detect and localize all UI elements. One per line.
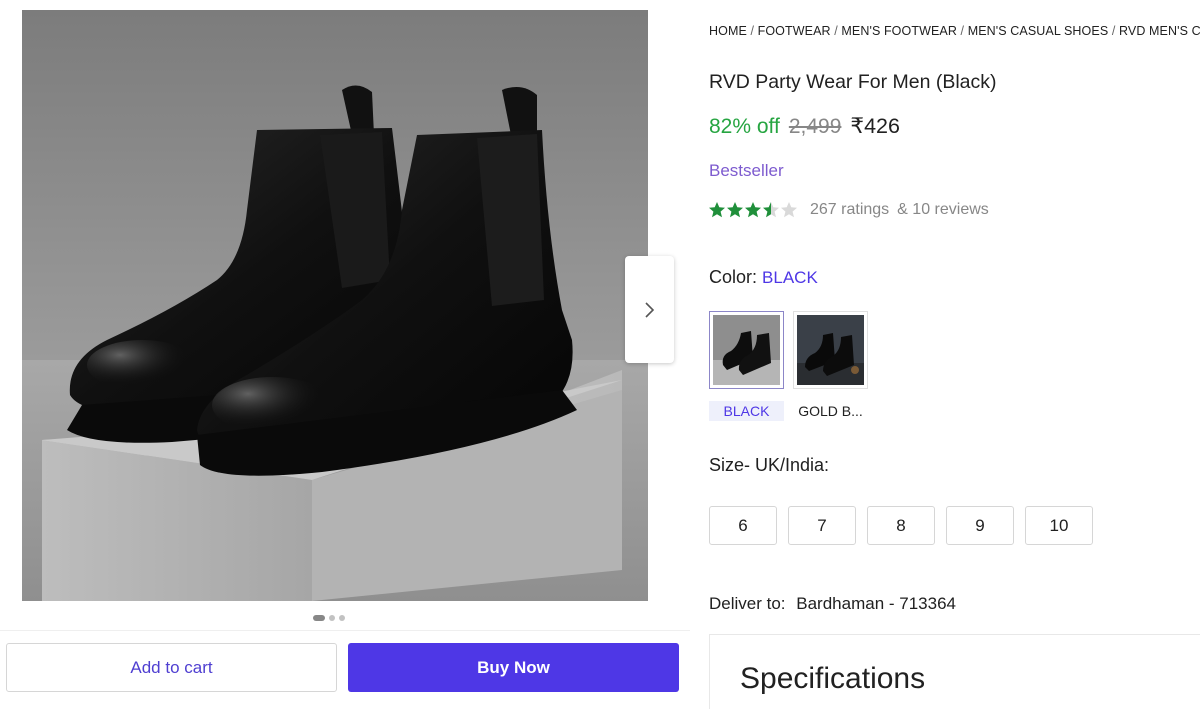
- boots-photo: [22, 10, 648, 601]
- breadcrumb-separator: /: [956, 24, 968, 38]
- size-option-9[interactable]: 9: [946, 506, 1014, 545]
- breadcrumb-footwear[interactable]: FOOTWEAR: [758, 24, 831, 38]
- breadcrumb-home[interactable]: HOME: [709, 24, 747, 38]
- add-to-cart-button[interactable]: Add to cart: [6, 643, 337, 692]
- delivery-label: Deliver to:: [709, 594, 786, 613]
- bestseller-badge: Bestseller: [709, 161, 784, 180]
- pagination-dot[interactable]: [329, 615, 335, 621]
- breadcrumb-mens-footwear[interactable]: MEN'S FOOTWEAR: [841, 24, 957, 38]
- size-option-7[interactable]: 7: [788, 506, 856, 545]
- color-option-black[interactable]: BLACK: [709, 401, 784, 421]
- size-option-10[interactable]: 10: [1025, 506, 1093, 545]
- discount-percent: 82% off: [709, 115, 780, 138]
- selected-color: BLACK: [762, 268, 818, 287]
- next-image-button[interactable]: [625, 256, 674, 363]
- size-options: 6 7 8 9 10: [709, 506, 1093, 545]
- breadcrumb: HOME / FOOTWEAR / MEN'S FOOTWEAR / MEN'S…: [709, 24, 1200, 38]
- breadcrumb-separator: /: [830, 24, 842, 38]
- chevron-right-icon: [644, 301, 654, 318]
- rating-row[interactable]: 267 ratings & 10 reviews: [708, 201, 989, 219]
- reviews-count: & 10 reviews: [897, 201, 989, 218]
- size-label: Size- UK/India:: [709, 455, 830, 475]
- swatch-gold-thumbnail: [797, 315, 864, 385]
- breadcrumb-current[interactable]: RVD MEN'S CASU: [1119, 24, 1200, 38]
- size-option-8[interactable]: 8: [867, 506, 935, 545]
- star-rating-icon: [709, 202, 797, 218]
- breadcrumb-separator: /: [746, 24, 758, 38]
- action-bar: Add to cart Buy Now: [0, 630, 690, 709]
- color-option-gold[interactable]: GOLD B...: [793, 401, 868, 421]
- specifications-section: Specifications: [709, 634, 1200, 709]
- swatch-black-thumbnail: [713, 315, 780, 385]
- pagination-dot[interactable]: [313, 615, 325, 621]
- color-label-text: Color:: [709, 267, 758, 287]
- breadcrumb-mens-casual-shoes[interactable]: MEN'S CASUAL SHOES: [968, 24, 1109, 38]
- image-pagination: [313, 615, 345, 621]
- color-swatch-gold[interactable]: [793, 311, 868, 389]
- color-label: Color: BLACK: [709, 267, 818, 288]
- selling-price: ₹426: [850, 114, 900, 138]
- pagination-dot[interactable]: [339, 615, 345, 621]
- product-title: RVD Party Wear For Men (Black): [709, 71, 997, 93]
- size-option-6[interactable]: 6: [709, 506, 777, 545]
- product-image[interactable]: [22, 10, 648, 601]
- original-price: 2,499: [788, 115, 842, 138]
- color-swatch-black[interactable]: [709, 311, 784, 389]
- delivery-info[interactable]: Deliver to: Bardhaman - 713364: [709, 594, 956, 614]
- delivery-location: Bardhaman - 713364: [796, 594, 956, 613]
- price-row: 82% off 2,499 ₹426: [709, 114, 900, 139]
- buy-now-button[interactable]: Buy Now: [348, 643, 679, 692]
- breadcrumb-separator: /: [1108, 24, 1119, 38]
- rating-stars: [708, 201, 800, 219]
- ratings-count: 267 ratings: [810, 201, 890, 218]
- specifications-title: Specifications: [740, 662, 926, 695]
